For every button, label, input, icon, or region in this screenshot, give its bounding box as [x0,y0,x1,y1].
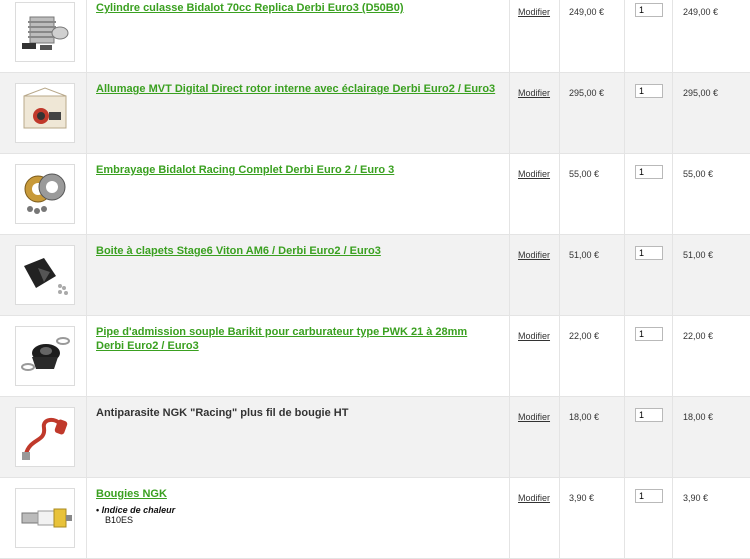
cylinder-kit-icon[interactable] [15,2,75,62]
unit-price-cell: 3,90 € [560,478,625,558]
line-total-cell: 22,00 € [673,316,750,396]
product-image-cell [0,316,87,396]
unit-price: 51,00 € [569,250,600,260]
unit-price: 18,00 € [569,412,600,422]
clutch-discs-icon[interactable] [15,164,75,224]
quantity-cell [625,478,673,558]
cart-row: Antiparasite NGK "Racing" plus fil de bo… [0,397,750,478]
unit-price-cell: 249,00 € [560,0,625,72]
product-name-link[interactable]: Boite à clapets Stage6 Viton AM6 / Derbi… [96,244,496,258]
modify-link[interactable]: Modifier [518,331,550,341]
quantity-cell [625,397,673,477]
unit-price: 22,00 € [569,331,600,341]
unit-price: 249,00 € [569,7,605,17]
modify-link[interactable]: Modifier [518,169,550,179]
modify-cell: Modifier [510,154,560,234]
cart-row: Embrayage Bidalot Racing Complet Derbi E… [0,154,750,235]
quantity-input[interactable] [635,489,663,503]
product-name-cell: Allumage MVT Digital Direct rotor intern… [87,73,510,153]
modify-link[interactable]: Modifier [518,7,550,17]
quantity-input[interactable] [635,408,663,422]
product-name-link[interactable]: Embrayage Bidalot Racing Complet Derbi E… [96,163,496,177]
quantity-cell [625,235,673,315]
product-image-cell [0,478,87,558]
product-image-cell [0,73,87,153]
quantity-input[interactable] [635,3,663,17]
modify-link[interactable]: Modifier [518,250,550,260]
unit-price-cell: 55,00 € [560,154,625,234]
spark-plug-cap-icon[interactable] [15,407,75,467]
line-total-cell: 18,00 € [673,397,750,477]
quantity-cell [625,154,673,234]
product-name-link[interactable]: Bougies NGK [96,487,496,501]
line-total-cell: 55,00 € [673,154,750,234]
line-total-cell: 3,90 € [673,478,750,558]
cart-table: Cylindre culasse Bidalot 70cc Replica De… [0,0,750,559]
line-total-cell: 51,00 € [673,235,750,315]
product-name: Antiparasite NGK "Racing" plus fil de bo… [96,407,349,419]
attribute-label: Indice de chaleur [96,505,175,515]
cart-row: Pipe d'admission souple Barikit pour car… [0,316,750,397]
line-total-cell: 249,00 € [673,0,750,72]
product-name-link[interactable]: Pipe d'admission souple Barikit pour car… [96,325,496,353]
product-name-cell: Embrayage Bidalot Racing Complet Derbi E… [87,154,510,234]
cart-row: Bougies NGK Indice de chaleur B10ES Modi… [0,478,750,559]
spark-plug-icon[interactable] [15,488,75,548]
modify-link[interactable]: Modifier [518,88,550,98]
modify-cell: Modifier [510,478,560,558]
line-total: 249,00 € [683,7,719,17]
unit-price: 3,90 € [569,493,595,503]
reed-valve-icon[interactable] [15,245,75,305]
quantity-cell [625,0,673,72]
unit-price: 295,00 € [569,88,605,98]
quantity-input[interactable] [635,327,663,341]
unit-price-cell: 22,00 € [560,316,625,396]
product-image-cell [0,0,87,72]
unit-price-cell: 18,00 € [560,397,625,477]
cart-row: Allumage MVT Digital Direct rotor intern… [0,73,750,154]
line-total: 51,00 € [683,250,714,260]
modify-cell: Modifier [510,316,560,396]
unit-price: 55,00 € [569,169,600,179]
ignition-kit-icon[interactable] [15,83,75,143]
modify-link[interactable]: Modifier [518,412,550,422]
product-name-cell: Antiparasite NGK "Racing" plus fil de bo… [87,397,510,477]
line-total: 295,00 € [683,88,719,98]
quantity-cell [625,73,673,153]
product-name-cell: Boite à clapets Stage6 Viton AM6 / Derbi… [87,235,510,315]
product-image-cell [0,235,87,315]
modify-cell: Modifier [510,235,560,315]
line-total-cell: 295,00 € [673,73,750,153]
line-total: 55,00 € [683,169,714,179]
quantity-cell [625,316,673,396]
modify-cell: Modifier [510,397,560,477]
quantity-input[interactable] [635,84,663,98]
unit-price-cell: 51,00 € [560,235,625,315]
line-total: 22,00 € [683,331,714,341]
product-name-cell: Pipe d'admission souple Barikit pour car… [87,316,510,396]
product-name-cell: Bougies NGK Indice de chaleur B10ES [87,478,510,558]
line-total: 3,90 € [683,493,709,503]
product-image-cell [0,154,87,234]
modify-cell: Modifier [510,73,560,153]
modify-link[interactable]: Modifier [518,493,550,503]
quantity-input[interactable] [635,165,663,179]
product-name-cell: Cylindre culasse Bidalot 70cc Replica De… [87,0,510,72]
product-name-link[interactable]: Allumage MVT Digital Direct rotor intern… [96,82,496,96]
quantity-input[interactable] [635,246,663,260]
cart-row: Boite à clapets Stage6 Viton AM6 / Derbi… [0,235,750,316]
unit-price-cell: 295,00 € [560,73,625,153]
product-name-link[interactable]: Cylindre culasse Bidalot 70cc Replica De… [96,1,496,15]
attribute-value: B10ES [105,515,134,525]
line-total: 18,00 € [683,412,714,422]
product-image-cell [0,397,87,477]
cart-row: Cylindre culasse Bidalot 70cc Replica De… [0,0,750,73]
product-attribute: Indice de chaleur B10ES [96,505,509,525]
modify-cell: Modifier [510,0,560,72]
intake-manifold-icon[interactable] [15,326,75,386]
